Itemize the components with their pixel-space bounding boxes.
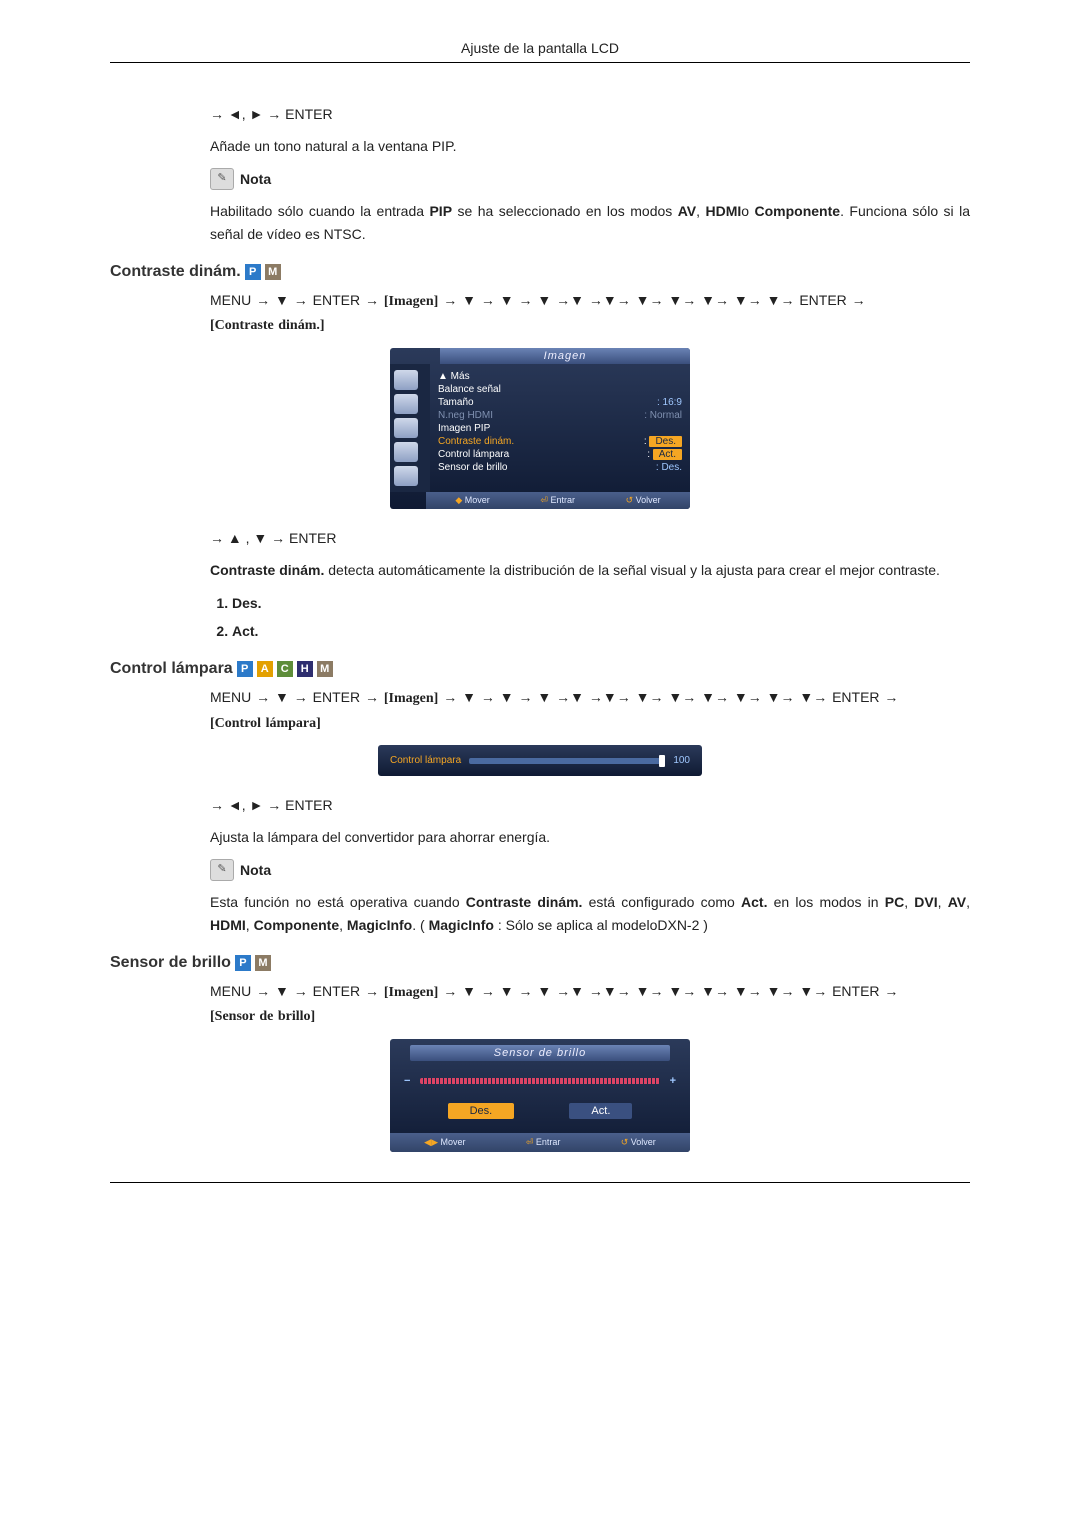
badge-p-icon: P: [235, 955, 251, 971]
badge-m-icon: M: [317, 661, 333, 677]
menu-path: MENU → ▼ → ENTER → [Imagen] → ▼ → ▼ → ▼ …: [210, 289, 970, 338]
osd-row-selected: Contraste dinám.: Des.: [438, 435, 682, 448]
osd-row: Tamaño: 16:9: [438, 396, 682, 409]
page-header: Ajuste de la pantalla LCD: [110, 40, 970, 63]
footer-rule: [110, 1182, 970, 1183]
menu-path: MENU → ▼ → ENTER → [Imagen] → ▼ → ▼ → ▼ …: [210, 686, 970, 735]
options-list: Des. Act.: [210, 592, 970, 643]
minus-icon: −: [404, 1075, 410, 1087]
osd-screenshot-lampara: Control lámpara 100: [110, 745, 970, 776]
badge-m-icon: M: [265, 264, 281, 280]
nav-instruction: → ◄, ► → ENTER: [210, 794, 970, 816]
osd-side-icons: [390, 364, 430, 492]
osd-row: Imagen PIP: [438, 422, 682, 435]
heading-control-lampara: Control lámpara P A C H M: [110, 660, 970, 678]
menu-path: MENU → ▼ → ENTER → [Imagen] → ▼ → ▼ → ▼ …: [210, 980, 970, 1029]
osd-slider-thumb: [659, 755, 665, 767]
osd-title: Imagen: [440, 348, 690, 364]
option-act: Act.: [232, 620, 970, 642]
osd-button-on: Act.: [569, 1103, 632, 1119]
osd-footer: ◀▶ Mover ⏎ Entrar ↺ Volver: [390, 1133, 690, 1152]
heading-contraste-dinam: Contraste dinám. P M: [110, 263, 970, 281]
note-label: Nota: [240, 168, 271, 190]
badge-c-icon: C: [277, 661, 293, 677]
osd-slider-track: [469, 758, 665, 764]
osd-row: N.neg HDMI: Normal: [438, 409, 682, 422]
description: Contraste dinám. detecta automáticamente…: [210, 559, 970, 581]
note-body: Esta función no está operativa cuando Co…: [210, 891, 970, 936]
note-icon: ✎: [210, 859, 234, 881]
osd-more: ▲ Más: [438, 370, 682, 383]
osd-icon: [394, 418, 418, 438]
osd-slider-label: Control lámpara: [390, 755, 461, 766]
heading-sensor-brillo: Sensor de brillo P M: [110, 954, 970, 972]
osd-icon: [394, 466, 418, 486]
osd-row: Balance señal: [438, 383, 682, 396]
osd-screenshot-contraste: Imagen ▲ Más Balance señal Tamaño: 16:9 …: [110, 348, 970, 509]
badge-h-icon: H: [297, 661, 313, 677]
note-row: ✎ Nota: [210, 859, 970, 881]
osd-icon: [394, 442, 418, 462]
badge-p-icon: P: [245, 264, 261, 280]
plus-icon: +: [670, 1075, 676, 1087]
nav-instruction: → ▲ , ▼ → ENTER: [210, 527, 970, 549]
note-icon: ✎: [210, 168, 234, 190]
note-body: Habilitado sólo cuando la entrada PIP se…: [210, 200, 970, 245]
osd-title: Sensor de brillo: [410, 1045, 670, 1061]
osd-slider-track: [420, 1078, 659, 1084]
option-des: Des.: [232, 592, 970, 614]
description: Ajusta la lámpara del convertidor para a…: [210, 826, 970, 848]
nav-instruction: → ◄, ► → ENTER: [210, 103, 970, 125]
osd-row: Control lámpara: Act.: [438, 448, 682, 461]
badge-a-icon: A: [257, 661, 273, 677]
osd-icon: [394, 394, 418, 414]
osd-slider-value: 100: [673, 755, 690, 766]
osd-icon: [394, 370, 418, 390]
osd-footer: ◆ Mover ⏎ Entrar ↺ Volver: [426, 492, 690, 509]
osd-row: Sensor de brillo: Des.: [438, 461, 682, 474]
description: Añade un tono natural a la ventana PIP.: [210, 135, 970, 157]
osd-screenshot-sensor: Sensor de brillo − + Des. Act. ◀▶ Mover …: [110, 1039, 970, 1152]
badge-m-icon: M: [255, 955, 271, 971]
note-label: Nota: [240, 859, 271, 881]
badge-p-icon: P: [237, 661, 253, 677]
note-row: ✎ Nota: [210, 168, 970, 190]
osd-button-off: Des.: [448, 1103, 515, 1119]
